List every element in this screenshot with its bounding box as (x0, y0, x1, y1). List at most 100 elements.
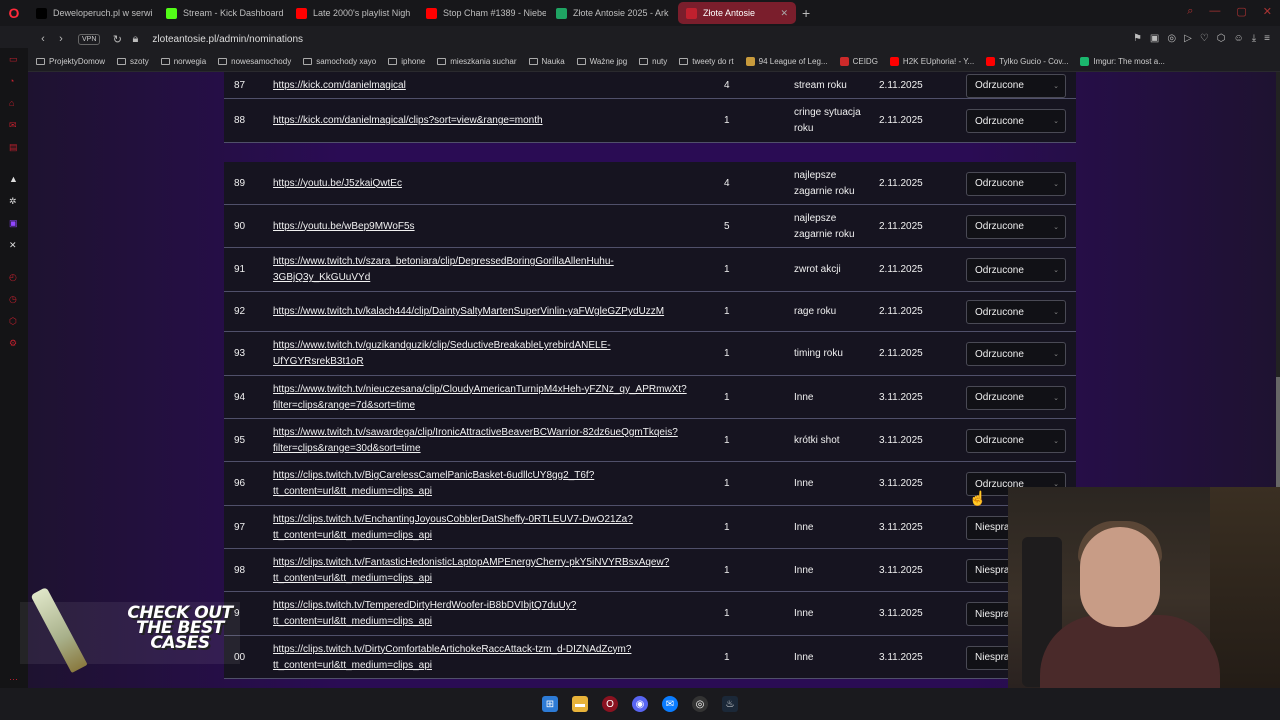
chatgpt-icon[interactable]: ✲ (9, 196, 17, 207)
vpn-badge[interactable]: VPN (78, 33, 101, 45)
status-select[interactable]: Odrzucone ⌄ (966, 428, 1066, 453)
bookmark-item[interactable]: Nauka (528, 57, 565, 66)
nomination-link[interactable]: https://kick.com/danielmagical/clips?sor… (273, 113, 713, 129)
bookmark-item[interactable]: ProjektyDomow (36, 57, 105, 66)
vr-icon[interactable]: ◎ (1167, 33, 1176, 44)
nomination-link[interactable]: https://clips.twitch.tv/DirtyComfortable… (273, 642, 713, 674)
minimize-button[interactable]: — (1209, 5, 1220, 18)
status-select[interactable]: Odrzucone ⌄ (966, 73, 1066, 98)
status-select[interactable]: Odrzucone ⌄ (966, 258, 1066, 282)
bookmark-item[interactable]: 94 League of Leg... (745, 57, 828, 66)
bookmark-item[interactable]: szoty (117, 57, 149, 66)
youtube-icon (426, 7, 437, 19)
menu-icon[interactable]: ≡ (1264, 33, 1270, 44)
snapshot-icon[interactable]: ▣ (1150, 33, 1159, 44)
close-window-button[interactable]: ✕ (1263, 5, 1272, 18)
forward-button[interactable]: › (52, 33, 70, 45)
whatsapp-icon[interactable]: ▤ (9, 142, 18, 153)
gx-corner-icon[interactable]: ◔ (9, 76, 14, 86)
bookmark-item[interactable]: norwegia (160, 57, 206, 66)
nomination-link[interactable]: https://youtu.be/wBep9MWoF5s (273, 219, 713, 235)
bookmark-item[interactable]: CEIDG (839, 57, 878, 66)
profile-icon[interactable]: ☺ (1234, 33, 1244, 44)
bookmark-icon[interactable]: ⚑ (1133, 33, 1142, 44)
gx-control-icon[interactable]: ▭ (9, 54, 18, 65)
nomination-link[interactable]: https://www.twitch.tv/kalach444/clip/Dai… (273, 304, 713, 320)
nomination-link[interactable]: https://clips.twitch.tv/EnchantingJoyous… (273, 512, 713, 544)
nomination-link[interactable]: https://kick.com/danielmagical (273, 78, 713, 94)
steam-icon[interactable]: ♨ (722, 696, 738, 712)
bookmark-item[interactable]: nuty (639, 57, 667, 66)
browser-tab[interactable]: Stop Cham #1389 - Niebe (418, 2, 546, 24)
file-explorer-icon[interactable]: ▬ (572, 696, 588, 712)
bookmark-item[interactable]: nowesamochody (218, 57, 291, 66)
bookmark-item[interactable]: Ważne jpg (576, 57, 628, 66)
nomination-id: 95 (234, 434, 246, 446)
pinned-app-icon[interactable]: ▲ (9, 174, 18, 184)
bookmark-item[interactable]: iphone (388, 57, 425, 66)
opera-gx-icon[interactable]: O (602, 696, 618, 712)
twitch-icon[interactable]: ▣ (9, 218, 18, 229)
bookmark-item[interactable]: samochody xayo (303, 57, 376, 66)
opera-logo-icon[interactable]: O (0, 0, 28, 26)
browser-tab[interactable]: Złote Antosie 2025 - Ark (548, 2, 676, 24)
url-field[interactable]: zloteantosie.pl/admin/nominations (152, 34, 303, 45)
nomination-link[interactable]: https://clips.twitch.tv/BigCarelessCamel… (273, 468, 713, 500)
browser-tab[interactable]: Deweloperuch.pl w serwi (28, 2, 156, 24)
vote-count: 5 (724, 220, 730, 232)
nomination-link[interactable]: https://youtu.be/J5zkaiQwtEc (273, 176, 713, 192)
more-icon[interactable]: ⋯ (9, 674, 18, 685)
browser-tab[interactable]: Stream - Kick Dashboard (158, 2, 286, 24)
nomination-link[interactable]: https://www.twitch.tv/nieuczesana/clip/C… (273, 382, 713, 414)
messenger-icon[interactable]: ✉ (9, 120, 17, 131)
nomination-link[interactable]: https://www.twitch.tv/sawardega/clip/Iro… (273, 425, 713, 457)
clock-icon[interactable]: ◷ (9, 294, 17, 305)
discord-icon[interactable]: ◉ (632, 696, 648, 712)
back-button[interactable]: ‹ (34, 33, 52, 45)
browser-tab[interactable]: Złote Antosie ✕ (678, 2, 796, 24)
status-value: Odrzucone (975, 80, 1024, 91)
bookmark-label: Ważne jpg (589, 57, 628, 66)
nomination-id: 93 (234, 348, 246, 359)
windows-start-icon[interactable]: ⊞ (542, 696, 558, 712)
gx-cleaner-icon[interactable]: ⌂ (9, 98, 14, 108)
reload-button[interactable]: ↻ (108, 33, 126, 46)
status-select[interactable]: Odrzucone ⌄ (966, 342, 1066, 366)
search-icon[interactable]: ⌕ (1187, 5, 1193, 18)
status-select[interactable]: Odrzucone ⌄ (966, 171, 1066, 196)
status-select[interactable]: Odrzucone ⌄ (966, 214, 1066, 239)
player-icon[interactable]: ▷ (1184, 33, 1192, 44)
messenger-icon[interactable]: ✉ (662, 696, 678, 712)
bookmark-item[interactable]: mieszkania suchar (437, 57, 517, 66)
status-select[interactable]: Odrzucone ⌄ (966, 300, 1066, 324)
close-tab-icon[interactable]: ✕ (776, 8, 788, 19)
bookmark-item[interactable]: Tylko Gucio - Cov... (986, 57, 1068, 66)
extensions-icon[interactable]: ⬡ (1217, 33, 1226, 44)
x-icon[interactable]: ✕ (9, 240, 17, 251)
nomination-id: 94 (234, 391, 246, 403)
nomination-link[interactable]: https://www.twitch.tv/guzikandguzik/clip… (273, 338, 713, 370)
nomination-link[interactable]: https://www.twitch.tv/szara_betoniara/cl… (273, 254, 713, 286)
vote-count: 4 (724, 79, 730, 91)
bookmark-item[interactable]: Imgur: The most a... (1080, 57, 1165, 66)
bookmark-item[interactable]: H2K EUphoria! - Y... (889, 57, 974, 66)
nomination-link[interactable]: https://clips.twitch.tv/TemperedDirtyHer… (273, 598, 713, 630)
nomination-link[interactable]: https://clips.twitch.tv/FantasticHedonis… (273, 555, 713, 587)
nomination-link-line: https://kick.com/danielmagical (273, 79, 406, 91)
history-icon[interactable]: ◴ (9, 272, 17, 283)
nomination-id: 92 (234, 306, 246, 317)
extensions-sidebar-icon[interactable]: ⬡ (9, 316, 17, 327)
new-tab-button[interactable]: + (802, 5, 810, 21)
maximize-button[interactable]: ▢ (1236, 5, 1246, 18)
browser-tab[interactable]: Late 2000's playlist Nigh (288, 2, 416, 24)
obs-icon[interactable]: ◎ (692, 696, 708, 712)
nomination-link-line: https://clips.twitch.tv/EnchantingJoyous… (273, 513, 633, 525)
bookmarks-bar: ProjektyDomow szoty norwegia nowesamochody s… (0, 52, 1280, 72)
bookmark-label: Tylko Gucio - Cov... (999, 57, 1069, 66)
bookmark-item[interactable]: tweety do rt (679, 57, 734, 66)
download-icon[interactable]: ⤓ (1252, 33, 1256, 44)
status-select[interactable]: Odrzucone ⌄ (966, 385, 1066, 410)
settings-icon[interactable]: ⚙ (9, 338, 17, 349)
heart-icon[interactable]: ♡ (1200, 33, 1209, 44)
status-select[interactable]: Odrzucone ⌄ (966, 109, 1066, 133)
